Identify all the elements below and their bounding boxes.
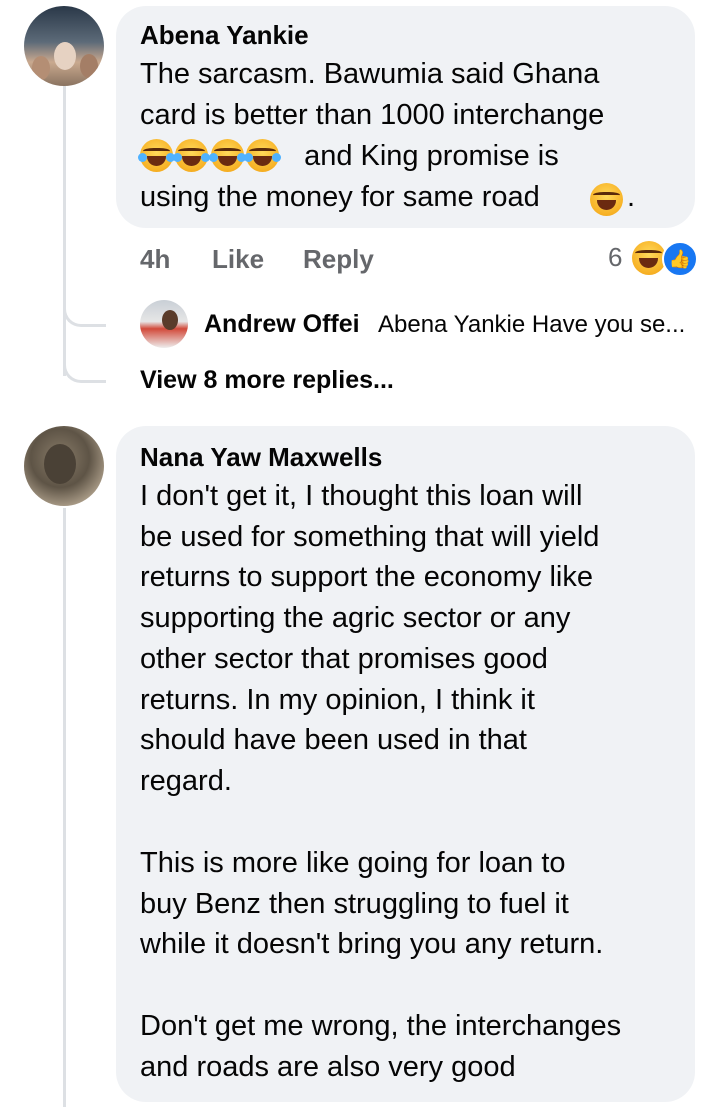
tired-face-emoji-icon bbox=[590, 183, 623, 216]
comment-text-line-1: The sarcasm. Bawumia said Ghana bbox=[140, 58, 600, 90]
laughing-emoji-icon bbox=[244, 139, 282, 172]
reply-text-preview[interactable]: Abena Yankie Have you se... bbox=[378, 311, 685, 339]
comment-time[interactable]: 4h bbox=[140, 244, 170, 275]
comment-author[interactable]: Nana Yaw Maxwells bbox=[140, 442, 382, 473]
laughing-emoji-icon bbox=[208, 139, 246, 172]
thread-curve-view-more bbox=[63, 346, 106, 383]
avatar-nana-yaw-maxwells[interactable] bbox=[24, 426, 104, 506]
like-reaction-icon: 👍 bbox=[662, 241, 698, 277]
laughing-emoji-icon bbox=[138, 139, 175, 172]
thread-curve-reply bbox=[63, 290, 106, 327]
comment-text-line-3: and King promise is bbox=[296, 140, 559, 172]
comment-text-line-4: using the money for same road bbox=[140, 181, 548, 213]
view-more-replies-link[interactable]: View 8 more replies... bbox=[140, 366, 394, 395]
reply-author[interactable]: Andrew Offei bbox=[204, 310, 360, 339]
avatar-andrew-offei[interactable] bbox=[140, 300, 188, 348]
reply-button[interactable]: Reply bbox=[303, 244, 374, 275]
comment-paragraph-1: I don't get it, I thought this loan will… bbox=[140, 480, 600, 797]
laughing-emoji-icon bbox=[173, 139, 211, 172]
laughing-emoji-group bbox=[138, 139, 282, 175]
comment-paragraph-3: Don't get me wrong, the interchanges and… bbox=[140, 1010, 622, 1083]
thread-line-2 bbox=[63, 508, 66, 1107]
comment-paragraph-2: This is more like going for loan to buy … bbox=[140, 847, 604, 961]
thread-line-1 bbox=[63, 86, 66, 376]
comment-text-line-2: card is better than 1000 interchange bbox=[140, 99, 605, 131]
haha-reaction-icon bbox=[632, 241, 666, 275]
like-button[interactable]: Like bbox=[212, 244, 264, 275]
comment-author[interactable]: Abena Yankie bbox=[140, 20, 309, 51]
reaction-count: 6 bbox=[608, 242, 623, 272]
comment-text-line-5: . bbox=[627, 181, 636, 213]
reactions-summary[interactable]: 6 👍 bbox=[600, 238, 700, 278]
avatar-abena-yankie[interactable] bbox=[24, 6, 104, 86]
